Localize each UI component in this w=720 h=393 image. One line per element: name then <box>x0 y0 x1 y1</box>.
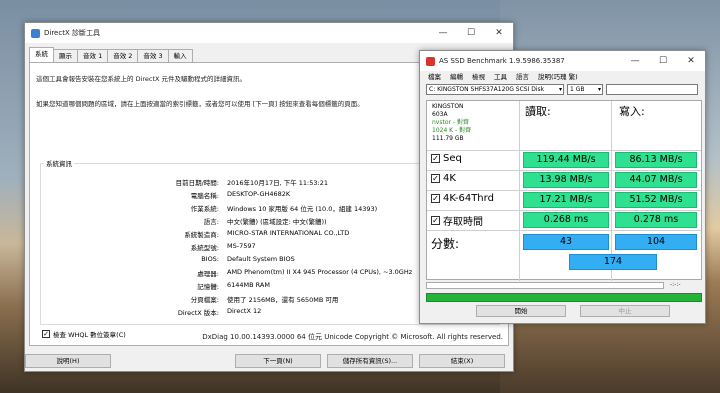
dxdiag-titlebar[interactable]: DirectX 診斷工具 — ☐ ✕ <box>25 23 513 43</box>
row-4k[interactable]: ✓ 4K <box>431 173 456 184</box>
version-text: DxDiag 10.00.14393.0000 64 位元 Unicode Co… <box>202 333 503 341</box>
row-access-time[interactable]: ✓ 存取時間 <box>431 213 483 228</box>
maximize-icon[interactable]: ☐ <box>649 51 677 71</box>
asssd-app-icon <box>426 56 435 66</box>
chevron-down-icon: ▾ <box>558 86 562 93</box>
help-button[interactable]: 說明(H) <box>25 354 111 368</box>
whql-checkbox[interactable]: ✓ 檢查 WHQL 數位簽章(C) <box>42 329 126 339</box>
seq-write-value: 86.13 MB/s <box>615 152 697 168</box>
system-info-group-title: 系統資訊 <box>44 158 74 168</box>
benchmark-panel: KINGSTON 603A nvstor - 對齊 1024 K - 對齊 11… <box>426 100 702 281</box>
4k-write-value: 44.07 MB/s <box>615 172 697 188</box>
dxdiag-tabs: 系統 顯示 音效 1 音效 2 音效 3 輸入 <box>29 47 193 62</box>
asssd-titlebar[interactable]: AS SSD Benchmark 1.9.5986.35387 — ☐ ✕ <box>420 51 705 71</box>
total-progress-bar <box>426 293 702 302</box>
menu-language[interactable]: 語言 <box>516 71 529 82</box>
intro-text-2: 如果您知道哪個問題的區域，請在上面按適當的索引標籤，或者您可以使用 [下一頁] … <box>36 100 364 108</box>
4k-read-value: 13.98 MB/s <box>523 172 609 188</box>
asssd-window: AS SSD Benchmark 1.9.5986.35387 — ☐ ✕ 檔案… <box>419 50 706 324</box>
score-read-value: 43 <box>523 234 609 250</box>
asssd-menubar: 檔案 編輯 檢視 工具 語言 說明(巧瑰 繁) <box>420 71 705 82</box>
score-write-value: 104 <box>615 234 697 250</box>
tab-sound-1[interactable]: 音效 1 <box>77 49 109 62</box>
dxdiag-app-icon <box>31 28 40 38</box>
access-read-value: 0.268 ms <box>523 212 609 228</box>
menu-file[interactable]: 檔案 <box>428 71 441 82</box>
close-icon[interactable]: ✕ <box>485 23 513 43</box>
chevron-down-icon: ▾ <box>597 86 601 93</box>
dxdiag-title: DirectX 診斷工具 <box>44 29 100 37</box>
drive-alignment: 1024 K - 對齊 <box>432 127 472 134</box>
4k64-read-value: 17.21 MB/s <box>523 192 609 208</box>
drive-capacity: 111.79 GB <box>432 135 464 142</box>
4k64-write-value: 51.52 MB/s <box>615 192 697 208</box>
intro-text-1: 這個工具會報告安裝在您系統上的 DirectX 元件及驅動程式的詳細資訊。 <box>36 75 247 83</box>
save-all-button[interactable]: 儲存所有資訊(S)... <box>327 354 413 368</box>
size-select[interactable]: 1 GB ▾ <box>567 84 603 95</box>
test-progress-bar <box>426 282 664 289</box>
row-4k-64thrd[interactable]: ✓ 4K-64Thrd <box>431 193 494 204</box>
close-icon[interactable]: ✕ <box>677 51 705 71</box>
read-column-header: 讀取: <box>525 105 551 118</box>
exit-button[interactable]: 結束(X) <box>419 354 505 368</box>
drive-driver: nvstor - 對齊 <box>432 119 469 126</box>
tab-sound-2[interactable]: 音效 2 <box>107 49 139 62</box>
checkmark-icon: ✓ <box>431 216 440 225</box>
drive-select[interactable]: C: KINGSTON SHFS37A120G SCSI Disk ▾ <box>426 84 564 95</box>
maximize-icon[interactable]: ☐ <box>457 23 485 43</box>
checkmark-icon[interactable]: ✓ <box>42 330 50 338</box>
whql-label: 檢查 WHQL 數位簽章(C) <box>53 331 126 339</box>
minimize-icon[interactable]: — <box>621 51 649 71</box>
drive-info: KINGSTON 603A nvstor - 對齊 1024 K - 對齊 11… <box>432 103 471 143</box>
elapsed-time: -:-:- <box>670 281 681 288</box>
checkmark-icon: ✓ <box>431 154 440 163</box>
checkmark-icon: ✓ <box>431 174 440 183</box>
drive-firmware: 603A <box>432 111 448 118</box>
tab-system[interactable]: 系統 <box>29 47 54 62</box>
menu-view[interactable]: 檢視 <box>472 71 485 82</box>
minimize-icon[interactable]: — <box>429 23 457 43</box>
write-column-header: 寫入: <box>619 105 645 118</box>
selector-row: C: KINGSTON SHFS37A120G SCSI Disk ▾ 1 GB ▾ <box>426 84 698 95</box>
asssd-title: AS SSD Benchmark 1.9.5986.35387 <box>439 57 565 65</box>
abort-button[interactable]: 中止 <box>580 305 670 317</box>
score-label: 分數: <box>431 237 460 251</box>
seq-read-value: 119.44 MB/s <box>523 152 609 168</box>
tab-input[interactable]: 輸入 <box>167 49 193 62</box>
result-field[interactable] <box>606 84 698 95</box>
start-button[interactable]: 開始 <box>476 305 566 317</box>
tab-display[interactable]: 顯示 <box>53 49 78 62</box>
menu-help[interactable]: 說明(巧瑰 繁) <box>538 71 578 82</box>
checkmark-icon: ✓ <box>431 194 440 203</box>
menu-edit[interactable]: 編輯 <box>450 71 463 82</box>
score-total-value: 174 <box>569 254 657 270</box>
row-seq[interactable]: ✓ Seq <box>431 153 462 164</box>
next-page-button[interactable]: 下一頁(N) <box>235 354 321 368</box>
drive-model: KINGSTON <box>432 103 464 110</box>
access-write-value: 0.278 ms <box>615 212 697 228</box>
menu-tools[interactable]: 工具 <box>494 71 507 82</box>
tab-sound-3[interactable]: 音效 3 <box>137 49 169 62</box>
